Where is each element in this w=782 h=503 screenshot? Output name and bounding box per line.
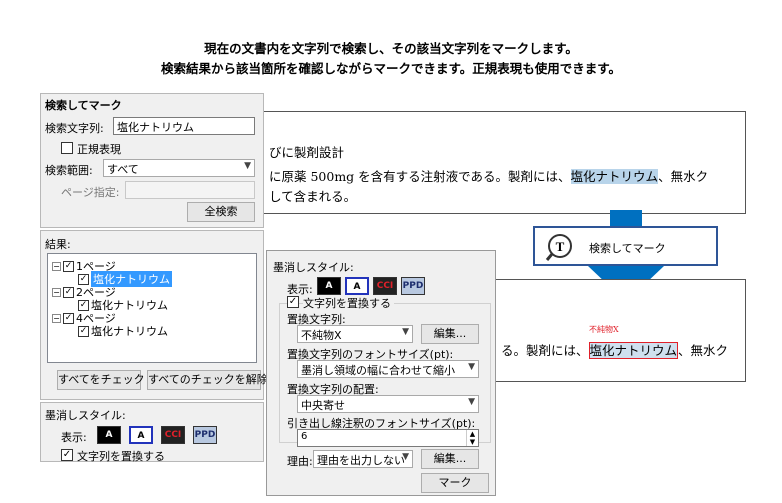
leader-size-input[interactable]: 6 ▲ ▼ — [297, 429, 479, 447]
chevron-down-icon: ▼ — [402, 327, 409, 337]
results-label: 結果: — [45, 238, 71, 251]
style-cci-button[interactable]: CCI — [373, 277, 397, 295]
dialog-style-label: 墨消しスタイル: — [273, 261, 354, 274]
display-label: 表示: — [61, 431, 87, 444]
search-and-mark-callout: T 検索してマーク — [533, 226, 718, 266]
redaction-style-dialog: 墨消しスタイル: 表示: A A CCI PPD ✓ 文字列を置換する 置換文字… — [266, 250, 496, 496]
uncheck-all-button[interactable]: すべてのチェックを解除 — [147, 370, 268, 390]
page-label: ページ指定: — [61, 186, 120, 199]
checkbox-checked-icon: ✓ — [63, 286, 74, 298]
redaction-mark: 塩化ナトリウム — [588, 342, 679, 359]
search-hit-highlight: 塩化ナトリウム — [570, 169, 659, 184]
font-size-select[interactable]: 墨消し領域の幅に合わせて縮小 ▼ — [297, 360, 479, 378]
search-label: 検索文字列: — [45, 122, 104, 135]
chevron-down-icon: ▼ — [468, 362, 475, 372]
style-black-button[interactable]: A — [97, 426, 121, 444]
chevron-down-icon: ▼ — [468, 397, 475, 407]
style-white-button[interactable]: A — [129, 426, 153, 444]
checkbox-checked-icon: ✓ — [63, 312, 74, 324]
checkbox-checked-icon: ✓ — [78, 325, 89, 337]
tree-hit[interactable]: ✓ 塩化ナトリウム — [78, 323, 168, 339]
chevron-down-icon: ▼ — [244, 161, 251, 171]
scope-select[interactable]: すべて ▼ — [103, 159, 255, 177]
search-all-button[interactable]: 全検索 — [187, 202, 255, 222]
reason-label: 理由: — [287, 455, 313, 468]
scope-label: 検索範囲: — [45, 164, 93, 177]
headline-line2: 検索結果から該当箇所を確認しながらマークできます。正規表現も使用できます。 — [160, 61, 621, 76]
redaction-style-label: 墨消しスタイル: — [45, 409, 126, 422]
collapse-icon: − — [52, 313, 61, 323]
search-text-icon: T — [545, 234, 572, 261]
doc-line: に原薬 500mg を含有する注射液である。製剤には、塩化ナトリウム、無水ク — [269, 169, 709, 184]
placement-select[interactable]: 中央寄せ ▼ — [297, 395, 479, 413]
check-all-button[interactable]: すべてをチェック — [57, 370, 145, 390]
replace-checkbox[interactable]: ✓ — [287, 296, 299, 308]
results-panel: 結果: − ✓ 1ページ ✓ 塩化ナトリウム − ✓ 2ページ ✓ 塩化ナトリウム − ✓ 4ペ… — [40, 230, 268, 400]
search-panel: 検索してマーク 検索文字列: 塩化ナトリウム 正規表現 検索範囲: すべて ▼ ペ… — [40, 93, 264, 228]
style-ppd-button[interactable]: PPD — [401, 277, 425, 295]
checkbox-checked-icon: ✓ — [63, 260, 74, 272]
results-tree: − ✓ 1ページ ✓ 塩化ナトリウム − ✓ 2ページ ✓ 塩化ナトリウム − ✓ 4ページ ✓… — [47, 253, 257, 363]
panel-title: 検索してマーク — [45, 99, 122, 112]
regex-checkbox[interactable] — [61, 142, 73, 154]
reason-select[interactable]: 理由を出力しない ▼ — [313, 450, 413, 468]
replace-checkbox[interactable]: ✓ — [61, 449, 73, 461]
replace-label: 文字列を置換する — [303, 295, 394, 311]
mark-button[interactable]: マーク — [421, 473, 489, 493]
replace-label: 文字列を置換する — [77, 450, 165, 463]
page-input[interactable] — [125, 181, 255, 199]
callout-label: 検索してマーク — [589, 242, 666, 255]
doc-line: して含まれる。 — [269, 189, 357, 204]
collapse-icon: − — [52, 287, 61, 297]
checkbox-checked-icon: ✓ — [78, 273, 89, 285]
replace-text-select[interactable]: 不純物X ▼ — [297, 325, 413, 343]
chevron-down-icon: ▼ — [402, 452, 409, 462]
document-after: る。製剤には、塩化ナトリウム、無水ク 不純物X — [480, 279, 746, 382]
headline-line1: 現在の文書内を文字列で検索し、その該当文字列をマークします。 — [204, 41, 578, 56]
redaction-note: 不純物X — [589, 325, 619, 334]
search-input[interactable]: 塩化ナトリウム — [113, 117, 255, 135]
reason-edit-button[interactable]: 編集... — [421, 449, 479, 469]
collapse-icon: − — [52, 261, 61, 271]
svg-text:T: T — [556, 239, 565, 254]
spin-arrows-icon[interactable]: ▲ ▼ — [466, 430, 478, 446]
doc-line: る。製剤には、塩化ナトリウム、無水ク — [501, 342, 729, 359]
document-before: びに製剤設計 に原薬 500mg を含有する注射液である。製剤には、塩化ナトリウ… — [262, 111, 746, 214]
checkbox-checked-icon: ✓ — [78, 299, 89, 311]
style-cci-button[interactable]: CCI — [161, 426, 185, 444]
edit-button[interactable]: 編集... — [421, 324, 479, 344]
regex-label: 正規表現 — [77, 143, 121, 156]
style-black-button[interactable]: A — [317, 277, 341, 295]
redaction-style-section: 墨消しスタイル: 表示: A A CCI PPD ✓ 文字列を置換する — [40, 402, 264, 463]
style-white-button[interactable]: A — [345, 277, 369, 295]
style-ppd-button[interactable]: PPD — [193, 426, 217, 444]
doc-line: びに製剤設計 — [269, 145, 345, 160]
